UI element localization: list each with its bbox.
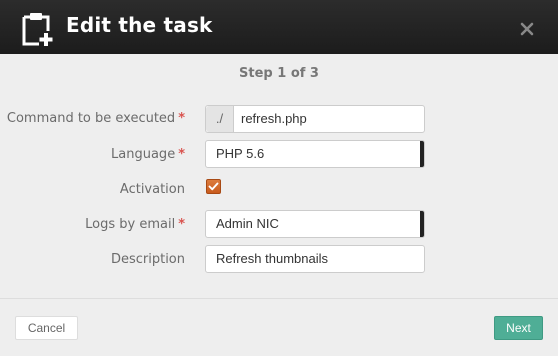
language-label: Language * — [111, 147, 185, 162]
cancel-button[interactable]: Cancel — [15, 316, 78, 340]
required-mark: * — [178, 111, 185, 126]
command-label: Command to be executed * — [7, 111, 185, 126]
logs-by-email-select[interactable]: Admin NIC — [205, 210, 425, 238]
edit-task-dialog: Edit the task Step 1 of 3 Command to be … — [0, 0, 558, 356]
logs-by-email-label-text: Logs by email — [85, 217, 176, 232]
clipboard-add-icon — [19, 11, 55, 47]
close-icon[interactable] — [520, 21, 534, 36]
required-mark: * — [178, 147, 185, 162]
dialog-title: Edit the task — [66, 13, 213, 37]
command-label-text: Command to be executed — [6, 111, 176, 126]
description-input[interactable]: Refresh thumbnails — [205, 245, 425, 273]
activation-checkbox[interactable] — [206, 179, 221, 194]
chevron-down-icon — [420, 211, 424, 237]
description-value: Refresh thumbnails — [216, 251, 328, 266]
command-prefix: ./ — [206, 106, 234, 132]
command-input[interactable]: ./ refresh.php — [205, 105, 425, 133]
check-icon — [208, 182, 219, 191]
command-value: refresh.php — [241, 111, 307, 126]
step-indicator: Step 1 of 3 — [239, 66, 319, 81]
required-mark: * — [178, 217, 185, 232]
dialog-body: Step 1 of 3 Command to be executed * ./ r… — [0, 54, 558, 298]
language-select[interactable]: PHP 5.6 — [205, 140, 425, 168]
logs-by-email-value: Admin NIC — [216, 216, 279, 231]
activation-label: Activation — [119, 182, 185, 197]
next-button[interactable]: Next — [494, 316, 543, 340]
logs-by-email-label: Logs by email * — [85, 217, 185, 232]
dialog-footer: Cancel Next — [0, 298, 558, 356]
language-value: PHP 5.6 — [216, 146, 265, 161]
dialog-header: Edit the task — [0, 0, 558, 54]
chevron-down-icon — [420, 141, 424, 167]
language-label-text: Language — [111, 147, 176, 162]
description-label: Description — [110, 252, 185, 267]
